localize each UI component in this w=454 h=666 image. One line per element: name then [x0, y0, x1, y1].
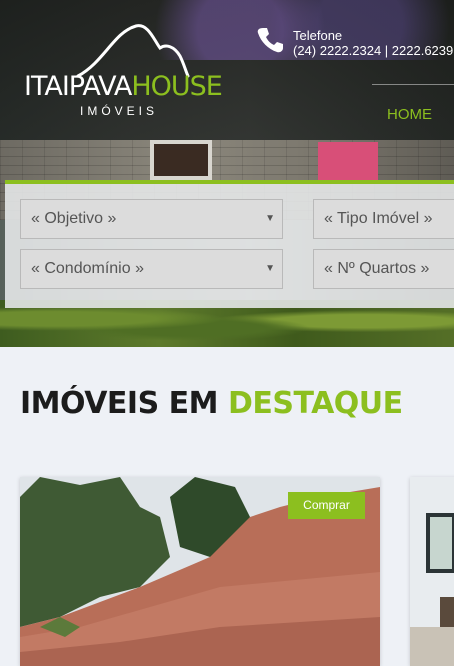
- condominio-select-value: « Condomínio »: [31, 260, 144, 277]
- nav-home-link[interactable]: HOME: [387, 106, 432, 123]
- objetivo-select[interactable]: « Objetivo » ▼: [20, 199, 283, 239]
- buy-button[interactable]: Comprar: [288, 492, 365, 519]
- quartos-select-value: « Nº Quartos »: [324, 260, 430, 277]
- featured-title-part-1: IMÓVEIS EM: [20, 386, 228, 421]
- logo-wordmark: ITAIPAVAHOUSE: [24, 71, 223, 102]
- property-search-panel: « Objetivo » ▼ « Tipo Imóvel » « Condomí…: [5, 180, 454, 308]
- property-card[interactable]: [410, 477, 454, 666]
- hero-photo-decoration: [318, 142, 378, 180]
- phone-icon: [257, 28, 283, 53]
- logo-word-itaipava: ITAIPAVA: [24, 71, 132, 102]
- tipo-imovel-select-value: « Tipo Imóvel »: [324, 210, 433, 227]
- site-logo[interactable]: ITAIPAVAHOUSE IMÓVEIS: [22, 22, 237, 118]
- phone-numbers[interactable]: (24) 2222.2324 | 2222.6239: [293, 43, 453, 58]
- logo-subtitle: IMÓVEIS: [80, 104, 159, 118]
- featured-title-part-2: DESTAQUE: [227, 386, 403, 421]
- logo-word-house: HOUSE: [131, 71, 223, 102]
- quartos-select[interactable]: « Nº Quartos »: [313, 249, 454, 289]
- chevron-down-icon: ▼: [265, 263, 275, 274]
- phone-label: Telefone: [293, 28, 343, 43]
- property-card[interactable]: Comprar: [20, 477, 380, 666]
- property-photo: [410, 477, 454, 666]
- chevron-down-icon: ▼: [265, 213, 275, 224]
- featured-section-title: IMÓVEIS EM DESTAQUE: [20, 386, 403, 421]
- hero-photo-window: [150, 140, 212, 180]
- tipo-imovel-select[interactable]: « Tipo Imóvel »: [313, 199, 454, 239]
- nav-divider: [372, 84, 454, 85]
- condominio-select[interactable]: « Condomínio » ▼: [20, 249, 283, 289]
- hero-banner: ITAIPAVAHOUSE IMÓVEIS Telefone (24) 2222…: [0, 0, 454, 347]
- mountain-logo-icon: [76, 24, 190, 78]
- objetivo-select-value: « Objetivo »: [31, 210, 117, 227]
